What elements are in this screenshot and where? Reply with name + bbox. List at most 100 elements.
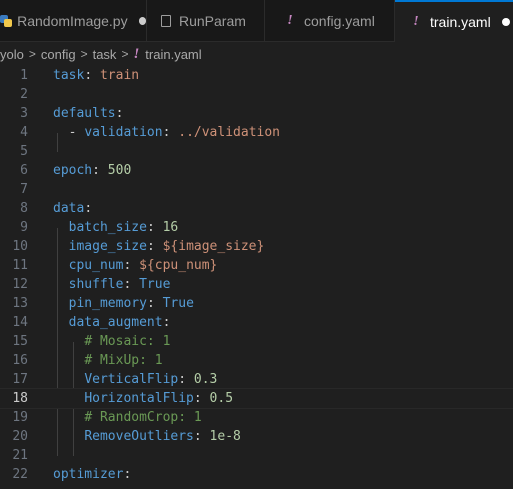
tab-label: config.yaml <box>304 12 375 29</box>
code-line[interactable]: 12 shuffle: True <box>0 275 513 294</box>
code-token: data_augment <box>68 315 163 330</box>
code-line[interactable]: 15 # Mosaic: 1 <box>0 332 513 351</box>
unsaved-dot-icon[interactable] <box>501 18 510 26</box>
line-number: 15 <box>12 334 28 349</box>
code-token: : <box>193 429 210 444</box>
unsaved-dot-icon[interactable] <box>138 16 146 25</box>
code-line[interactable]: 14 data_augment: <box>0 313 513 332</box>
code-line[interactable]: 9 batch_size: 16 <box>0 218 513 237</box>
code-token: # MixUp: 1 <box>84 353 163 368</box>
yaml-icon: ! <box>413 14 419 29</box>
code-line[interactable]: 22 optimizer: <box>0 465 513 484</box>
code-token: : <box>146 239 163 254</box>
code-token: train <box>99 68 140 83</box>
code-token: 16 <box>162 220 179 235</box>
code-token: 0.3 <box>193 372 218 387</box>
line-code: task: train <box>53 66 139 85</box>
code-token: optimizer <box>53 467 124 482</box>
code-editor[interactable]: 1 task: train 2 3 defaults: 4 - validation: .… <box>0 66 513 489</box>
code-token: : <box>162 125 179 140</box>
line-code: RemoveOutliers: 1e-8 <box>53 427 241 446</box>
code-token: 500 <box>107 163 132 178</box>
code-token: 0.5 <box>209 391 234 406</box>
line-number: 21 <box>12 448 28 463</box>
yaml-icon: ! <box>287 12 293 28</box>
code-token: # Mosaic: 1 <box>84 334 171 349</box>
code-token: : <box>84 201 93 216</box>
line-number: 2 <box>20 87 28 102</box>
code-token: : <box>84 68 100 83</box>
code-token: epoch <box>53 163 93 178</box>
line-code: epoch: 500 <box>53 161 131 180</box>
breadcrumb-item-train-yaml[interactable]: train.yaml <box>145 47 201 62</box>
line-code: cpu_num: ${cpu_num} <box>53 256 218 275</box>
code-line[interactable]: 16 # MixUp: 1 <box>0 351 513 370</box>
line-code: pin_memory: True <box>53 294 194 313</box>
line-number: 1 <box>20 68 28 83</box>
code-line[interactable]: 19 # RandomCrop: 1 <box>0 408 513 427</box>
tab-train-yaml[interactable]: ! train.yaml <box>395 0 513 42</box>
breadcrumb-item-yolo[interactable]: yolo <box>0 47 24 62</box>
line-number: 5 <box>20 144 28 159</box>
code-line[interactable]: 13 pin_memory: True <box>0 294 513 313</box>
breadcrumb-item-config[interactable]: config <box>41 47 76 62</box>
line-number: 3 <box>20 106 28 121</box>
code-token: HorizontalFlip <box>84 391 194 406</box>
code-line[interactable]: 1 task: train <box>0 66 513 85</box>
tab-config-yaml[interactable]: ! config.yaml <box>265 0 395 41</box>
code-line[interactable]: 4 - validation: ../validation <box>0 123 513 142</box>
code-token: ${cpu_num} <box>139 258 218 273</box>
line-number: 12 <box>12 277 28 292</box>
code-line[interactable]: 6 epoch: 500 <box>0 161 513 180</box>
code-line[interactable]: 17 VerticalFlip: 0.3 <box>0 370 513 389</box>
code-line[interactable]: 5 <box>0 142 513 161</box>
line-number: 14 <box>12 315 28 330</box>
code-line[interactable]: 21 <box>0 446 513 465</box>
line-number: 18 <box>12 391 28 406</box>
tab-label: train.yaml <box>430 14 491 30</box>
line-number: 22 <box>12 467 28 482</box>
line-code: data_augment: <box>53 313 171 332</box>
tab-randomimage-py[interactable]: RandomImage.py <box>0 0 147 41</box>
code-token: pin_memory <box>68 296 147 311</box>
code-token: : <box>178 372 194 387</box>
code-token: data <box>53 201 85 216</box>
code-token: : <box>193 391 210 406</box>
code-line[interactable]: 18 HorizontalFlip: 0.5 <box>0 388 513 409</box>
yaml-icon: ! <box>133 45 140 62</box>
chevron-right-icon: > <box>80 47 88 61</box>
python-icon <box>0 14 13 27</box>
tab-runparam[interactable]: RunParam <box>147 0 265 41</box>
line-code: data: <box>53 199 92 218</box>
line-code: # RandomCrop: 1 <box>53 408 201 427</box>
line-code: HorizontalFlip: 0.5 <box>53 389 233 408</box>
code-line[interactable]: 8 data: <box>0 199 513 218</box>
code-token: : <box>123 258 140 273</box>
breadcrumb-item-task[interactable]: task <box>93 47 117 62</box>
chevron-right-icon: > <box>121 47 129 61</box>
code-line[interactable]: 20 RemoveOutliers: 1e-8 <box>0 427 513 446</box>
code-token: batch_size <box>68 220 147 235</box>
line-number: 11 <box>12 258 28 273</box>
line-code: - validation: ../validation <box>53 123 280 142</box>
code-line[interactable]: 10 image_size: ${image_size} <box>0 237 513 256</box>
code-line[interactable]: 3 defaults: <box>0 104 513 123</box>
code-line[interactable]: 7 <box>0 180 513 199</box>
file-icon <box>161 14 171 27</box>
line-number: 7 <box>20 182 28 197</box>
code-token: : <box>123 277 140 292</box>
code-line[interactable]: 2 <box>0 85 513 104</box>
code-token: : <box>92 163 108 178</box>
tab-label: RandomImage.py <box>17 12 128 29</box>
code-line[interactable]: 11 cpu_num: ${cpu_num} <box>0 256 513 275</box>
breadcrumb: yolo > config > task > ! train.yaml <box>0 43 513 65</box>
line-number: 6 <box>20 163 28 178</box>
code-token: shuffle <box>68 277 124 292</box>
